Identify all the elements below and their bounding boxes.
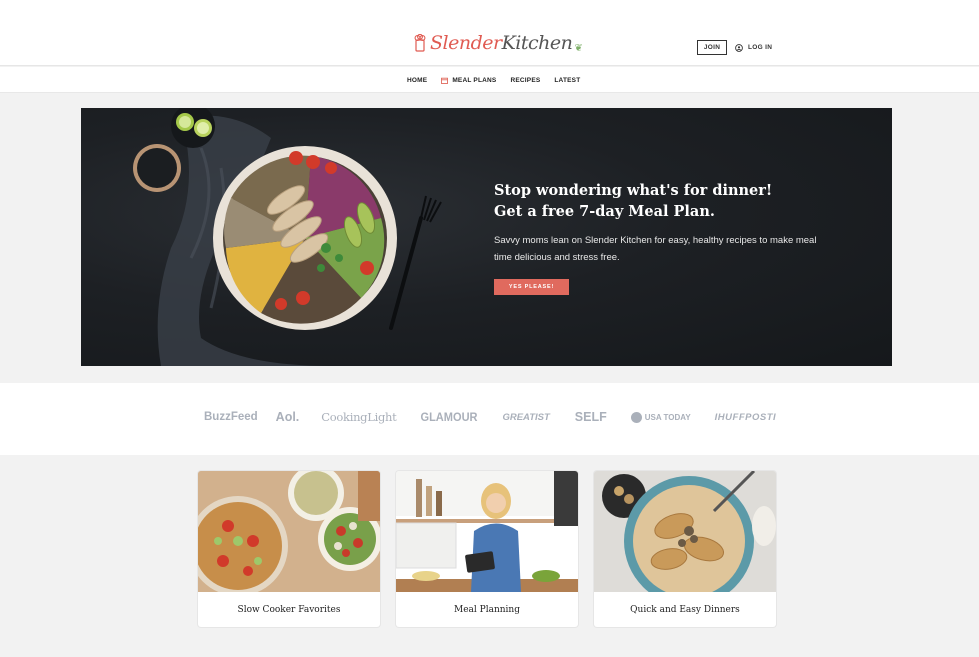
slow-cooker-image (198, 471, 380, 592)
leaf-icon: ❦ (574, 42, 583, 54)
category-cards: Slow Cooker Favorites Meal Planning Quic… (0, 455, 979, 657)
card-label: Quick and Easy Dinners (630, 604, 740, 615)
card-label: Slow Cooker Favorites (237, 604, 341, 615)
press-logo-self: SELF (574, 410, 607, 424)
press-logos-section: BuzzFeed Aol. CookingLight GLAMOUR GREAT… (0, 383, 979, 455)
nav-item-latest[interactable]: LATEST (554, 77, 580, 84)
quick-dinners-image (594, 471, 776, 592)
logo-text-slender: Slender (430, 32, 502, 54)
press-logo-buzzfeed: BuzzFeed (204, 411, 258, 423)
meal-planning-image (396, 471, 578, 592)
join-button[interactable]: JOIN (697, 40, 727, 55)
nav-label: MEAL PLANS (452, 76, 497, 84)
hero-title: Stop wondering what's for dinner! Get a … (494, 180, 874, 222)
nav-item-recipes[interactable]: RECIPES (510, 77, 540, 84)
site-header: Slender Kitchen ❦ JOIN LOG IN (0, 0, 979, 66)
category-card-quick-easy[interactable]: Quick and Easy Dinners (594, 471, 776, 627)
calendar-icon (441, 77, 449, 84)
nav-label: LATEST (554, 76, 581, 84)
usa-today-dot-icon (630, 411, 642, 423)
card-label: Meal Planning (454, 604, 520, 615)
nav-label: RECIPES (510, 76, 541, 84)
hero-banner: Stop wondering what's for dinner! Get a … (81, 108, 892, 366)
category-card-slow-cooker[interactable]: Slow Cooker Favorites (198, 471, 380, 627)
hero-title-line1: Stop wondering what's for dinner! (494, 182, 773, 199)
login-label: LOG IN (748, 44, 773, 51)
logo-text-kitchen: Kitchen (501, 32, 573, 54)
category-card-meal-planning[interactable]: Meal Planning (396, 471, 578, 627)
press-logo-huffpost: IHUFFPOSTI (714, 411, 777, 423)
main-nav: HOME MEAL PLANS RECIPES LATEST (0, 67, 979, 93)
login-link[interactable]: LOG IN (735, 40, 772, 55)
press-logo-usatoday: USA TODAY (644, 412, 691, 422)
press-logo-glamour: GLAMOUR (420, 410, 478, 424)
yes-please-button[interactable]: YES PLEASE! (494, 279, 569, 295)
nav-label: HOME (407, 76, 428, 84)
nav-item-meal-plans[interactable]: MEAL PLANS (441, 77, 496, 84)
press-logo-aol: Aol. (275, 410, 300, 424)
press-logo-greatist: GREATIST (502, 411, 550, 423)
press-logo-cookinglight: CookingLight (321, 410, 397, 424)
nav-item-home[interactable]: HOME (407, 77, 427, 84)
user-icon (735, 43, 743, 52)
hero-subtitle: Savvy moms lean on Slender Kitchen for e… (494, 235, 817, 263)
hero-title-line2: Get a free 7-day Meal Plan. (494, 203, 715, 220)
site-logo[interactable]: Slender Kitchen ❦ (413, 30, 583, 56)
chef-logo-icon (414, 34, 426, 52)
